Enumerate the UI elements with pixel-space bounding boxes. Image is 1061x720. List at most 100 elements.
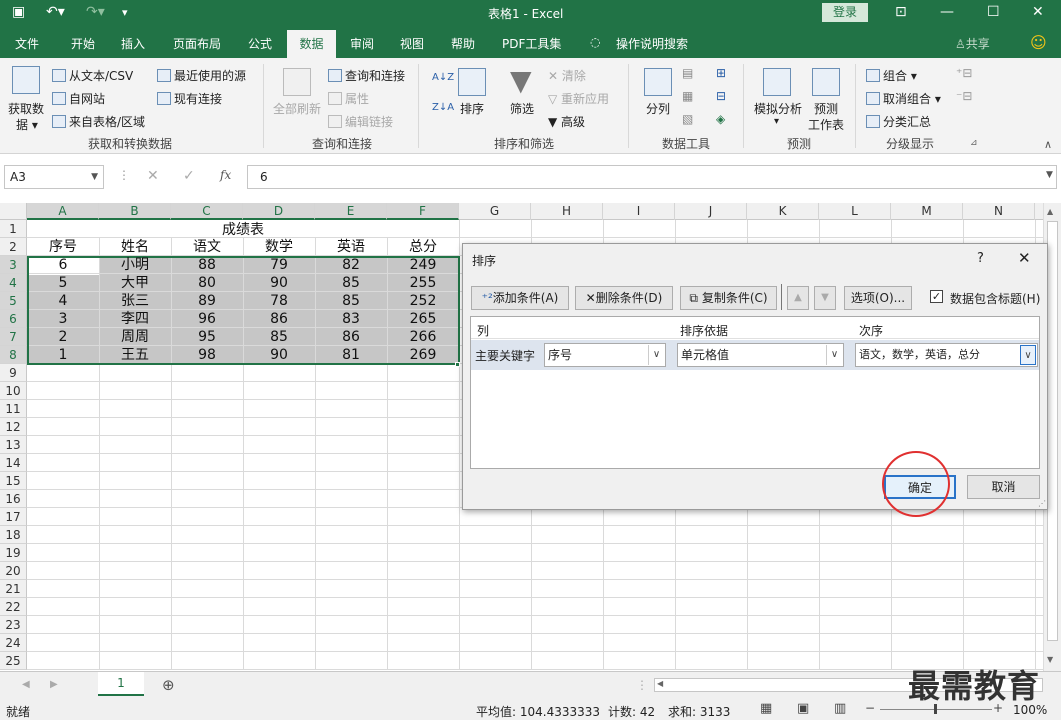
column-header-b[interactable]: B <box>99 203 171 220</box>
move-up-icon[interactable]: ▲ <box>787 286 809 310</box>
row-header-21[interactable]: 21 <box>0 580 27 598</box>
row-header-10[interactable]: 10 <box>0 382 27 400</box>
data-cell[interactable]: 89 <box>171 292 243 310</box>
resize-grip-icon[interactable]: ⋰ <box>1038 499 1046 508</box>
header-cell[interactable]: 序号 <box>27 238 99 256</box>
text-to-columns-button[interactable]: 分列 <box>646 100 670 117</box>
data-cell[interactable]: 4 <box>27 292 99 310</box>
enter-check-icon[interactable]: ✓ <box>183 168 195 184</box>
clear-filter-button[interactable]: ✕ 清除 <box>548 67 586 84</box>
row-header-18[interactable]: 18 <box>0 526 27 544</box>
row-header-25[interactable]: 25 <box>0 652 27 670</box>
data-cell[interactable]: 86 <box>315 328 387 346</box>
column-header-g[interactable]: G <box>459 203 531 220</box>
data-cell[interactable]: 81 <box>315 346 387 364</box>
sort-on-select[interactable]: 单元格值 ∨ <box>677 343 844 367</box>
delete-condition-button[interactable]: ✕删除条件(D) <box>575 286 673 310</box>
column-header-c[interactable]: C <box>171 203 243 220</box>
get-data-button[interactable]: 获取数 <box>8 100 44 117</box>
sort-button[interactable]: 排序 <box>460 100 484 117</box>
forecast-sheet-button[interactable]: 预测 <box>814 100 838 117</box>
data-cell[interactable]: 82 <box>315 256 387 274</box>
close-icon[interactable]: ✕ <box>1018 249 1031 267</box>
select-all-corner[interactable] <box>0 203 27 220</box>
expand-formula-icon[interactable]: ▼ <box>1046 170 1053 180</box>
data-cell[interactable]: 265 <box>387 310 459 328</box>
data-cell[interactable]: 88 <box>171 256 243 274</box>
data-cell[interactable]: 6 <box>27 256 99 274</box>
sheet-tab-1[interactable]: 1 <box>98 672 144 696</box>
data-cell[interactable]: 86 <box>243 310 315 328</box>
properties-button[interactable]: 属性 <box>328 90 369 107</box>
row-header-1[interactable]: 1 <box>0 220 27 238</box>
dialog-launcher-icon[interactable]: ⊿ <box>970 138 978 148</box>
from-web-button[interactable]: 自网站 <box>52 90 105 107</box>
scroll-left-icon[interactable]: ◀ <box>657 679 663 688</box>
header-checkbox[interactable]: ✓ <box>930 290 943 303</box>
tab-file[interactable]: 文件 <box>15 35 39 52</box>
insert-function-icon[interactable]: fx <box>220 168 231 182</box>
data-cell[interactable]: 266 <box>387 328 459 346</box>
help-button[interactable]: ? <box>977 251 984 266</box>
data-cell[interactable]: 85 <box>315 292 387 310</box>
scroll-up-icon[interactable]: ▲ <box>1047 207 1053 216</box>
data-cell[interactable]: 95 <box>171 328 243 346</box>
tab-insert[interactable]: 插入 <box>121 35 145 52</box>
queries-connections-button[interactable]: 查询和连接 <box>328 67 405 84</box>
tab-pdf-tools[interactable]: PDF工具集 <box>502 35 561 52</box>
filter-button[interactable]: 筛选 <box>510 100 534 117</box>
tab-view[interactable]: 视图 <box>400 35 424 52</box>
row-header-23[interactable]: 23 <box>0 616 27 634</box>
add-condition-button[interactable]: ⁺²添加条件(A) <box>471 286 569 310</box>
data-cell[interactable]: 小明 <box>99 256 171 274</box>
row-header-6[interactable]: 6 <box>0 310 27 328</box>
row-header-15[interactable]: 15 <box>0 472 27 490</box>
tab-formulas[interactable]: 公式 <box>248 35 272 52</box>
column-header-d[interactable]: D <box>243 203 315 220</box>
column-header-f[interactable]: F <box>387 203 459 220</box>
edit-links-button[interactable]: 编辑链接 <box>328 113 393 130</box>
maximize-icon[interactable]: ☐ <box>987 4 1000 20</box>
sort-descending-icon[interactable]: Z↓A <box>432 102 454 113</box>
options-button[interactable]: 选项(O)... <box>844 286 912 310</box>
data-cell[interactable]: 5 <box>27 274 99 292</box>
data-cell[interactable]: 79 <box>243 256 315 274</box>
row-header-5[interactable]: 5 <box>0 292 27 310</box>
header-cell[interactable]: 总分 <box>387 238 459 256</box>
data-cell[interactable]: 周周 <box>99 328 171 346</box>
show-detail-icon[interactable]: ⁺⊟ <box>956 66 972 80</box>
existing-connections-button[interactable]: 现有连接 <box>157 90 222 107</box>
data-cell[interactable]: 85 <box>315 274 387 292</box>
row-header-8[interactable]: 8 <box>0 346 27 364</box>
redo-icon[interactable]: ↷▾ <box>86 4 105 20</box>
row-header-12[interactable]: 12 <box>0 418 27 436</box>
share-button[interactable]: ♙共享 <box>955 35 990 52</box>
row-header-11[interactable]: 11 <box>0 400 27 418</box>
ribbon-display-icon[interactable]: ⊡ <box>895 4 907 20</box>
from-text-csv-button[interactable]: 从文本/CSV <box>52 67 133 84</box>
data-cell[interactable]: 张三 <box>99 292 171 310</box>
normal-view-icon[interactable]: ▦ <box>760 701 772 716</box>
data-cell[interactable]: 249 <box>387 256 459 274</box>
what-if-analysis-button[interactable]: 模拟分析 <box>754 100 802 117</box>
data-cell[interactable]: 78 <box>243 292 315 310</box>
group-button[interactable]: 组合 ▾ <box>866 67 917 84</box>
row-header-3[interactable]: 3 <box>0 256 27 274</box>
tab-help[interactable]: 帮助 <box>451 35 475 52</box>
row-header-7[interactable]: 7 <box>0 328 27 346</box>
advanced-filter-button[interactable]: ▼ 高级 <box>548 113 585 130</box>
data-cell[interactable]: 80 <box>171 274 243 292</box>
subtotal-button[interactable]: 分类汇总 <box>866 113 931 130</box>
recent-sources-button[interactable]: 最近使用的源 <box>157 67 246 84</box>
sheet-title-cell[interactable]: 成绩表 <box>27 221 459 239</box>
data-cell[interactable]: 李四 <box>99 310 171 328</box>
column-header-j[interactable]: J <box>675 203 747 220</box>
page-break-view-icon[interactable]: ▥ <box>834 701 846 716</box>
chevron-down-icon[interactable]: ▼ <box>91 166 98 188</box>
data-cell[interactable]: 85 <box>243 328 315 346</box>
hide-detail-icon[interactable]: ⁻⊟ <box>956 89 972 103</box>
data-cell[interactable]: 252 <box>387 292 459 310</box>
header-cell[interactable]: 英语 <box>315 238 387 256</box>
scroll-left-icon[interactable]: ◀ <box>22 679 30 690</box>
collapse-ribbon-icon[interactable]: ∧ <box>1044 138 1052 151</box>
